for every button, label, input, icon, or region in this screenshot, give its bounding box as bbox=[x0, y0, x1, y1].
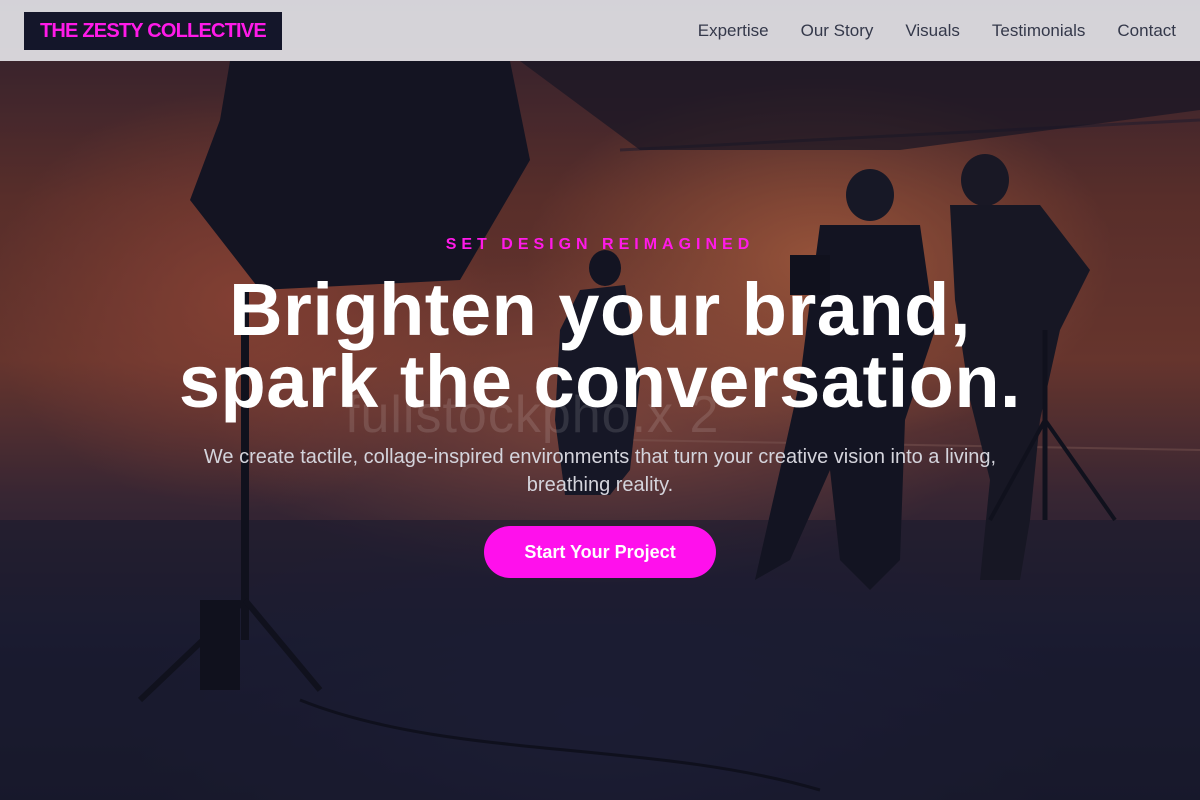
headline-line-1: Brighten your brand, bbox=[229, 268, 971, 351]
hero-eyebrow: SET DESIGN REIMAGINED bbox=[445, 236, 755, 253]
hero-headline: Brighten your brand, spark the conversat… bbox=[0, 273, 1200, 419]
brand-logo[interactable]: THE ZESTY COLLECTIVE bbox=[24, 11, 282, 50]
nav-links: Expertise Our Story Visuals Testimonials… bbox=[698, 21, 1176, 41]
start-project-button[interactable]: Start Your Project bbox=[484, 526, 716, 578]
nav-link-expertise[interactable]: Expertise bbox=[698, 21, 769, 41]
nav-link-visuals[interactable]: Visuals bbox=[905, 21, 960, 41]
headline-line-2: spark the conversation. bbox=[178, 340, 1022, 423]
hero-subtext: We create tactile, collage-inspired envi… bbox=[203, 446, 997, 496]
nav-link-contact[interactable]: Contact bbox=[1117, 21, 1176, 41]
top-navigation: THE ZESTY COLLECTIVE Expertise Our Story… bbox=[0, 0, 1200, 61]
nav-link-our-story[interactable]: Our Story bbox=[801, 21, 874, 41]
nav-link-testimonials[interactable]: Testimonials bbox=[992, 21, 1086, 41]
